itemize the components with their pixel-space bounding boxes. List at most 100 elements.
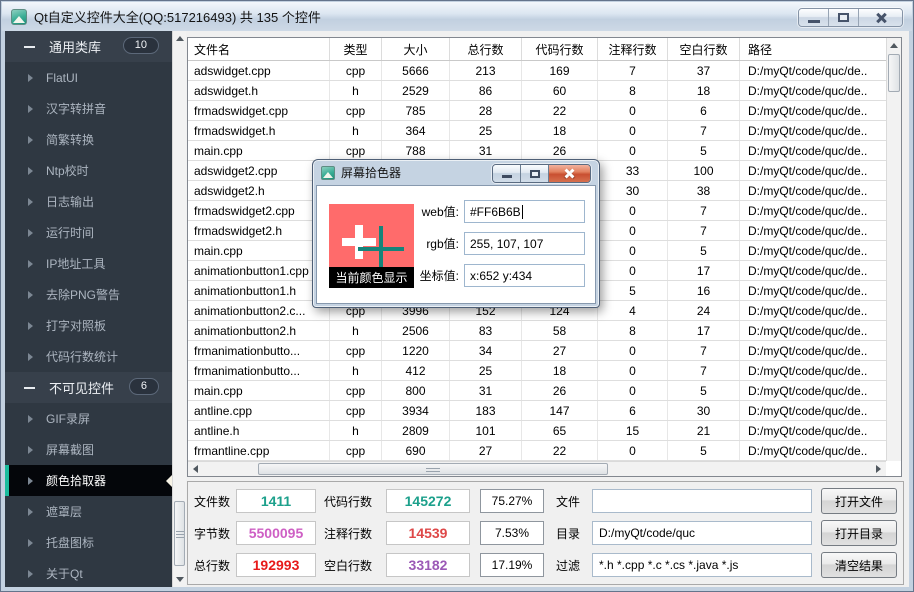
table-cell: cpp	[330, 341, 382, 360]
table-vertical-scrollbar[interactable]	[886, 38, 901, 461]
table-cell: 22	[522, 441, 598, 460]
column-header[interactable]: 大小	[382, 38, 450, 60]
scroll-up-icon[interactable]	[173, 32, 186, 45]
table-cell: 27	[450, 441, 522, 460]
table-cell: D:/myQt/code/quc/de..	[740, 101, 886, 120]
rgb-value-row: rgb值: 255, 107, 107	[401, 232, 585, 255]
file-input[interactable]	[592, 489, 812, 513]
rgb-value-field[interactable]: 255, 107, 107	[464, 232, 585, 255]
table-row[interactable]: adswidget.cppcpp5666213169737D:/myQt/cod…	[188, 61, 901, 81]
stat-label: 注释行数	[324, 525, 382, 542]
table-cell: 17	[668, 261, 740, 280]
code-lines-value: 145272	[386, 489, 470, 513]
clear-results-button[interactable]: 清空结果	[821, 552, 897, 578]
dialog-maximize-button[interactable]	[521, 165, 549, 182]
scroll-up-icon[interactable]	[887, 39, 901, 52]
table-header-row: 文件名类型大小总行数代码行数注释行数空白行数路径	[188, 38, 901, 61]
sidebar-item[interactable]: 简繁转换	[5, 124, 172, 155]
sidebar-item[interactable]: IP地址工具	[5, 248, 172, 279]
table-row[interactable]: antline.cppcpp3934183147630D:/myQt/code/…	[188, 401, 901, 421]
directory-input[interactable]	[592, 521, 812, 545]
table-cell: 5	[668, 141, 740, 160]
table-row[interactable]: main.cppcpp788312605D:/myQt/code/quc/de.…	[188, 141, 901, 161]
table-row[interactable]: adswidget.hh25298660818D:/myQt/code/quc/…	[188, 81, 901, 101]
close-button[interactable]	[859, 9, 902, 26]
column-header[interactable]: 注释行数	[598, 38, 668, 60]
close-icon	[564, 168, 575, 179]
table-cell: D:/myQt/code/quc/de..	[740, 81, 886, 100]
table-row[interactable]: frmantline.cppcpp690272205D:/myQt/code/q…	[188, 441, 901, 461]
sidebar-item[interactable]: 关于Qt	[5, 558, 172, 587]
table-row[interactable]: main.cppcpp800312605D:/myQt/code/quc/de.…	[188, 381, 901, 401]
table-hscroll-thumb[interactable]	[258, 463, 608, 475]
column-header[interactable]: 代码行数	[522, 38, 598, 60]
sidebar-item[interactable]: 去除PNG警告	[5, 279, 172, 310]
sidebar-group-header[interactable]: 不可见控件6	[5, 372, 172, 403]
sidebar-item[interactable]: 托盘图标	[5, 527, 172, 558]
scroll-left-icon[interactable]	[189, 462, 202, 476]
dialog-close-button[interactable]	[549, 165, 590, 182]
table-cell: 31	[450, 141, 522, 160]
table-cell: cpp	[330, 441, 382, 460]
maximize-button[interactable]	[829, 9, 859, 26]
table-cell: cpp	[330, 61, 382, 80]
sidebar-item[interactable]: 遮罩层	[5, 496, 172, 527]
group-label: 不可见控件	[49, 378, 114, 397]
table-cell: frmanimationbutto...	[188, 361, 330, 380]
blank-percent-value: 17.19%	[480, 553, 544, 577]
sidebar: 通用类库10FlatUI汉字转拼音简繁转换 Ntp校时日志输出运行时间 IP地址工具…	[5, 31, 172, 587]
sidebar-item[interactable]: 颜色拾取器	[5, 465, 172, 496]
main-panel: 文件名类型大小总行数代码行数注释行数空白行数路径 adswidget.cppcp…	[186, 31, 909, 587]
sidebar-item[interactable]: 日志输出	[5, 186, 172, 217]
sidebar-item[interactable]: 代码行数统计	[5, 341, 172, 372]
table-cell: 101	[450, 421, 522, 440]
table-horizontal-scrollbar[interactable]	[188, 461, 886, 476]
table-row[interactable]: frmanimationbutto...h412251807D:/myQt/co…	[188, 361, 901, 381]
sidebar-item[interactable]: GIF录屏	[5, 403, 172, 434]
table-cell: cpp	[330, 381, 382, 400]
sidebar-scrollbar[interactable]	[172, 31, 186, 587]
sidebar-item-label: GIF录屏	[46, 410, 90, 427]
table-row[interactable]: frmadswidget.hh364251807D:/myQt/code/quc…	[188, 121, 901, 141]
column-header[interactable]: 总行数	[450, 38, 522, 60]
table-cell: 16	[668, 281, 740, 300]
sidebar-item-label: 简繁转换	[46, 131, 94, 148]
table-cell: 7	[668, 361, 740, 380]
sidebar-item[interactable]: 屏幕截图	[5, 434, 172, 465]
column-header[interactable]: 空白行数	[668, 38, 740, 60]
dialog-title-bar: 屏幕拾色器	[313, 160, 599, 185]
sidebar-group-header[interactable]: 通用类库10	[5, 31, 172, 62]
column-header[interactable]: 类型	[330, 38, 382, 60]
sidebar-item[interactable]: 运行时间	[5, 217, 172, 248]
column-header[interactable]: 文件名	[188, 38, 330, 60]
sidebar-item[interactable]: 汉字转拼音	[5, 93, 172, 124]
table-cell: 3934	[382, 401, 450, 420]
open-directory-button[interactable]: 打开目录	[821, 520, 897, 546]
scroll-right-icon[interactable]	[872, 462, 885, 476]
dialog-minimize-button[interactable]	[493, 165, 521, 182]
table-vscroll-thumb[interactable]	[888, 54, 900, 92]
sidebar-scroll-thumb[interactable]	[174, 501, 185, 566]
table-cell: 0	[598, 361, 668, 380]
open-file-button[interactable]: 打开文件	[821, 488, 897, 514]
sidebar-item-label: 运行时间	[46, 224, 94, 241]
chevron-right-icon	[28, 477, 33, 485]
table-cell: 18	[668, 81, 740, 100]
stats-row: 字节数 5500095 注释行数 14539 7.53% 目录 打开目录	[194, 520, 897, 546]
minimize-button[interactable]	[799, 9, 829, 26]
sidebar-item[interactable]: Ntp校时	[5, 155, 172, 186]
column-header[interactable]: 路径	[740, 38, 886, 60]
table-row[interactable]: frmadswidget.cppcpp785282206D:/myQt/code…	[188, 101, 901, 121]
table-row[interactable]: antline.hh2809101651521D:/myQt/code/quc/…	[188, 421, 901, 441]
table-cell: 213	[450, 61, 522, 80]
table-cell: 27	[522, 341, 598, 360]
table-row[interactable]: animationbutton2.hh25068358817D:/myQt/co…	[188, 321, 901, 341]
table-cell: 22	[522, 101, 598, 120]
sidebar-item[interactable]: 打字对照板	[5, 310, 172, 341]
sidebar-item[interactable]: FlatUI	[5, 62, 172, 93]
coordinate-field[interactable]: x:652 y:434	[464, 264, 585, 287]
table-row[interactable]: frmanimationbutto...cpp1220342707D:/myQt…	[188, 341, 901, 361]
web-value-field[interactable]: #FF6B6B	[464, 200, 585, 223]
filter-input[interactable]	[592, 553, 812, 577]
scroll-down-icon[interactable]	[173, 573, 186, 586]
